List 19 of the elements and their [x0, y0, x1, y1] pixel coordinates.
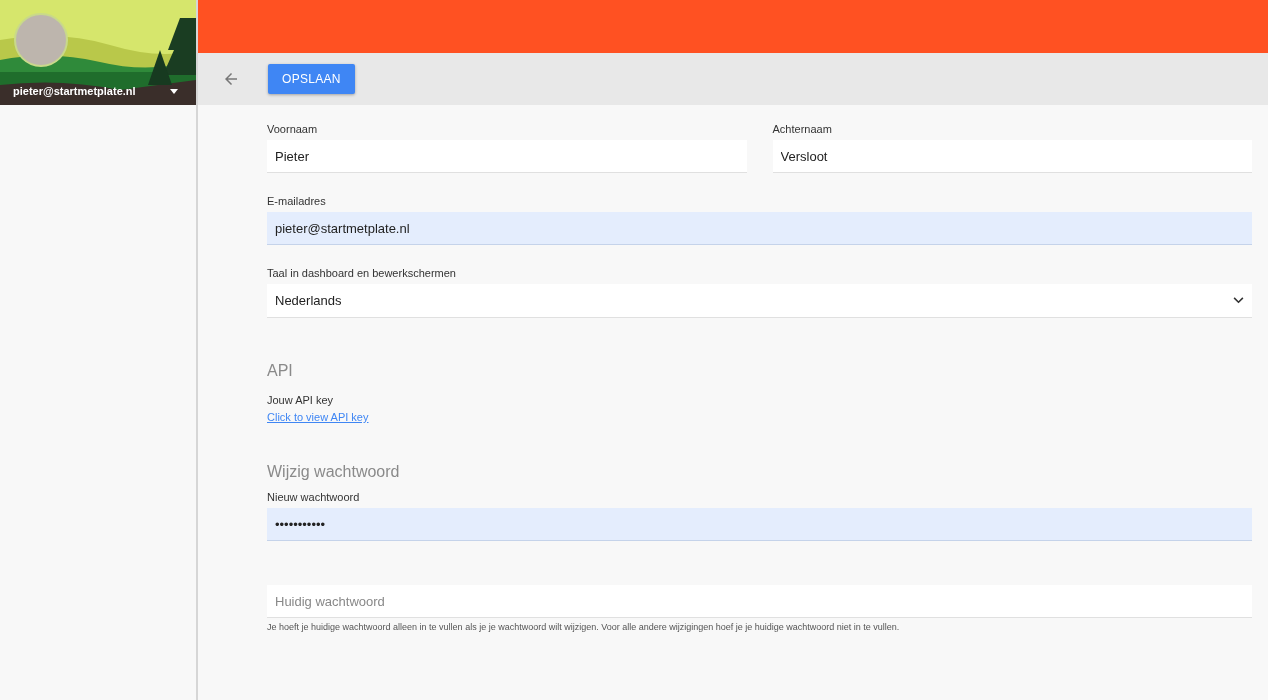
text-field[interactable]: Versloot [772, 140, 1252, 173]
section-heading: Wijzig wachtwoord [267, 463, 401, 481]
field-label: Voornaam [267, 123, 319, 135]
helper-text: Je hoeft je huidige wachtwoord alleen in te vullen als je je wachtwoord wilt wijzigen. Voor alle andere wijzigingen hoef je je huidige wachtwoord niet in te vullen. [267, 622, 901, 632]
text-field[interactable]: Pieter [267, 140, 747, 173]
field-label: Taal in dashboard en bewerkschermen [267, 267, 457, 279]
save-button[interactable]: OPSLAAN [268, 64, 355, 94]
field-label: Jouw API key [267, 394, 335, 406]
field-label: Nieuw wachtwoord [267, 491, 361, 503]
field-label: E-mailadres [267, 195, 327, 207]
language-select[interactable]: Nederlands [267, 284, 1252, 318]
section-heading: API [267, 362, 294, 380]
password-field[interactable]: ••••••••••• [267, 508, 1252, 541]
password-field[interactable]: Huidig wachtwoord [267, 585, 1252, 618]
field-label: Achternaam [772, 123, 833, 135]
chevron-down-icon [1233, 297, 1244, 304]
email-field[interactable]: pieter@startmetplate.nl [267, 212, 1252, 245]
account-email: pieter@startmetplate.nl [13, 85, 136, 97]
dropdown-caret-icon[interactable] [170, 89, 178, 94]
